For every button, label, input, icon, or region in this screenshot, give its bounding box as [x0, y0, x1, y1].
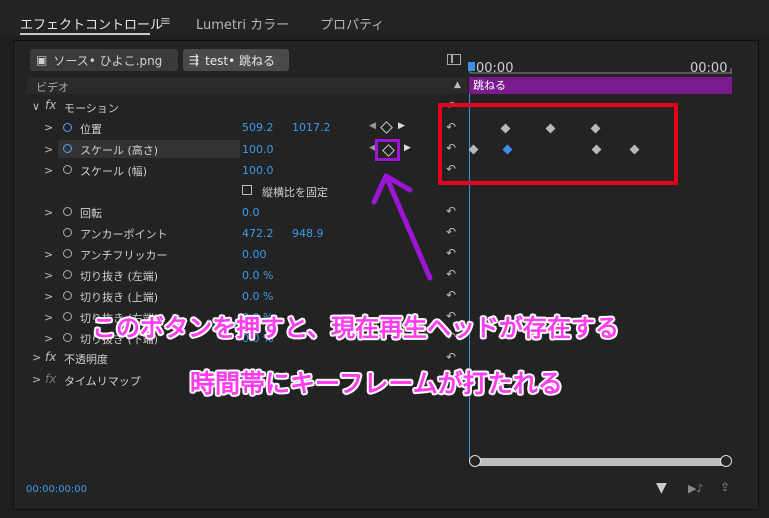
- crop-left-value[interactable]: 0.0 %: [242, 269, 273, 282]
- crop-left-label: 切り抜き (左端): [80, 270, 159, 283]
- annotation-line-2: 時間帯にキーフレームが打たれる: [190, 369, 563, 398]
- reset-icon[interactable]: ↶: [446, 204, 456, 218]
- chevron-right-icon[interactable]: >: [44, 269, 53, 282]
- panel-toggle-icon[interactable]: [447, 54, 461, 65]
- annotation-arrow: [371, 173, 433, 281]
- chevron-right-icon[interactable]: >: [44, 290, 53, 303]
- audio-icon[interactable]: ▶♪: [688, 482, 703, 495]
- scale-height-label: スケール (高さ): [80, 144, 159, 157]
- panel-menu-icon[interactable]: ≡: [160, 14, 171, 29]
- playhead-handle[interactable]: [468, 62, 475, 71]
- fx-icon: fx: [45, 372, 57, 386]
- keyframe-highlight-box: [438, 103, 678, 185]
- scale-width-value[interactable]: 100.0: [242, 164, 274, 177]
- uniform-scale-label: 縦横比を固定: [262, 186, 328, 199]
- timeline-clip[interactable]: 跳ねる: [469, 77, 732, 94]
- motion-label: モーション: [64, 102, 119, 115]
- section-header-bg: [27, 77, 467, 94]
- reset-icon[interactable]: ↶: [446, 288, 456, 302]
- timecode[interactable]: 00:00:00:00: [26, 484, 87, 495]
- chevron-right-icon[interactable]: >: [32, 351, 41, 364]
- timeline-zoom-scrollbar[interactable]: [474, 458, 726, 466]
- reset-icon[interactable]: ↶: [446, 225, 456, 239]
- active-tab-underline: [20, 33, 150, 35]
- reset-icon[interactable]: ↶: [446, 350, 456, 364]
- position-y[interactable]: 1017.2: [292, 121, 331, 134]
- chevron-right-icon[interactable]: >: [44, 164, 53, 177]
- scrollbar-right-handle[interactable]: [720, 455, 732, 467]
- stopwatch-icon[interactable]: [63, 249, 72, 258]
- stopwatch-icon[interactable]: [63, 144, 72, 153]
- stopwatch-icon[interactable]: [63, 270, 72, 279]
- chevron-right-icon[interactable]: >: [44, 121, 53, 134]
- collapse-arrow-icon[interactable]: ▲: [454, 80, 461, 90]
- stopwatch-icon[interactable]: [63, 123, 72, 132]
- stopwatch-icon[interactable]: [63, 165, 72, 174]
- crop-top-label: 切り抜き (上端): [80, 291, 159, 304]
- reset-icon[interactable]: ↶: [446, 246, 456, 260]
- anchor-x[interactable]: 472.2: [242, 227, 274, 240]
- antiflicker-value[interactable]: 0.00: [242, 248, 267, 261]
- uniform-scale-checkbox[interactable]: [242, 185, 252, 195]
- tab-effect-controls[interactable]: エフェクトコントロール: [20, 14, 163, 33]
- chevron-right-icon[interactable]: >: [44, 248, 53, 261]
- next-keyframe-icon[interactable]: ▶: [398, 121, 405, 131]
- crop-top-value[interactable]: 0.0 %: [242, 290, 273, 303]
- fx-icon[interactable]: fx: [45, 98, 56, 112]
- stopwatch-icon[interactable]: [63, 333, 72, 342]
- rotation-label: 回転: [80, 207, 102, 220]
- filter-icon[interactable]: ▼: [656, 480, 667, 496]
- chevron-right-icon[interactable]: >: [32, 373, 41, 386]
- annotation-line-1: このボタンを押すと、現在再生ヘッドが存在する: [92, 314, 620, 342]
- video-section-label: ビデオ: [36, 81, 69, 94]
- sequence-chip[interactable]: ⇶ test• 跳ねる: [183, 49, 289, 71]
- tab-lumetri[interactable]: Lumetri カラー: [196, 14, 289, 33]
- rotation-value[interactable]: 0.0: [242, 206, 260, 219]
- scale-height-value[interactable]: 100.0: [242, 143, 274, 156]
- chevron-down-icon[interactable]: ∨: [32, 100, 40, 113]
- anchor-y[interactable]: 948.9: [292, 227, 324, 240]
- time-remap-label: タイムリマップ: [64, 375, 141, 388]
- source-chip[interactable]: ▣ ソース• ひよこ.png: [30, 49, 178, 71]
- position-x[interactable]: 509.2: [242, 121, 274, 134]
- stopwatch-icon[interactable]: [63, 312, 72, 321]
- antiflicker-label: アンチフリッカー: [80, 249, 168, 262]
- source-label: ソース• ひよこ.png: [53, 53, 163, 68]
- tab-properties[interactable]: プロパティ: [320, 14, 384, 33]
- chevron-right-icon[interactable]: >: [44, 206, 53, 219]
- export-icon[interactable]: ⇪: [720, 480, 730, 494]
- stopwatch-icon[interactable]: [63, 228, 72, 237]
- chevron-right-icon[interactable]: >: [44, 332, 53, 345]
- chevron-right-icon[interactable]: >: [44, 311, 53, 324]
- chevron-right-icon[interactable]: >: [44, 143, 53, 156]
- position-label: 位置: [80, 123, 102, 136]
- fx-icon[interactable]: fx: [45, 350, 56, 364]
- opacity-label: 不透明度: [64, 353, 108, 366]
- anchor-label: アンカーポイント: [80, 228, 168, 241]
- stopwatch-icon[interactable]: [63, 207, 72, 216]
- scrollbar-left-handle[interactable]: [469, 455, 481, 467]
- time-end: 00:00: [690, 61, 728, 76]
- scale-width-label: スケール (幅): [80, 165, 148, 178]
- sequence-label: test• 跳ねる: [205, 53, 276, 68]
- reset-icon[interactable]: ↶: [446, 267, 456, 281]
- sequence-icon: ⇶: [189, 53, 200, 67]
- stopwatch-icon[interactable]: [63, 291, 72, 300]
- image-icon: ▣: [36, 53, 48, 67]
- time-start: 00:00: [476, 61, 514, 76]
- prev-keyframe-icon[interactable]: ◀: [369, 121, 376, 131]
